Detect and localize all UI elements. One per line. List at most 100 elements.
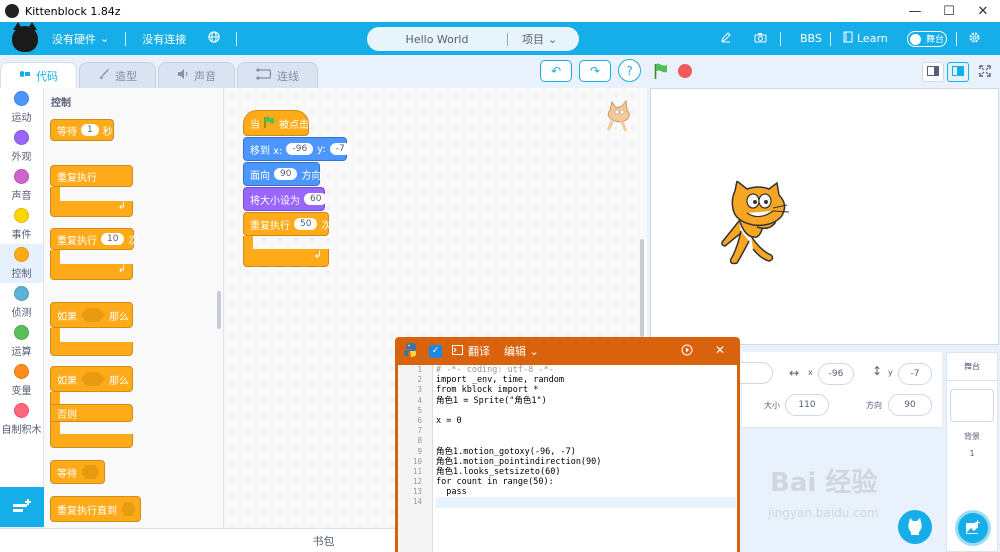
block-ifelse-condition-slot[interactable]	[81, 372, 105, 386]
close-window-button[interactable]: ✕	[966, 0, 1000, 22]
script-repeat-bottom[interactable]: ↲	[243, 249, 329, 267]
bbs-link[interactable]: BBS	[800, 32, 822, 45]
add-backdrop-button[interactable]	[955, 510, 991, 546]
translate-button[interactable]: 翻译	[468, 343, 490, 359]
goto-x-input[interactable]: -96	[286, 143, 314, 155]
block-repeat-script[interactable]: 重复执行 50 次	[243, 212, 331, 236]
block-if-else[interactable]: 如果 那么	[50, 366, 133, 392]
code-line[interactable]: for count in range(50):	[436, 477, 736, 487]
block-if-condition-slot[interactable]	[81, 308, 105, 322]
stage-mode-toggle[interactable]: 舞台	[907, 30, 947, 47]
code-line[interactable]: 角色1.motion_pointindirection(90)	[436, 457, 736, 467]
code-line[interactable]	[436, 406, 736, 416]
block-else-row[interactable]: 否则	[50, 404, 133, 422]
block-if-bottom[interactable]	[50, 342, 133, 356]
block-goto-xy[interactable]: 移到 x: -96 y: -7	[243, 137, 351, 161]
globe-icon[interactable]	[208, 31, 220, 46]
category-item[interactable]: 运动	[0, 88, 43, 127]
code-line[interactable]: import _env, time, random	[436, 375, 736, 385]
green-flag-run-button[interactable]	[654, 63, 668, 79]
category-item[interactable]: 侦测	[0, 283, 43, 322]
block-repeat-input[interactable]: 10	[101, 233, 125, 245]
undo-button[interactable]: ↶	[540, 60, 572, 82]
block-repeat-until[interactable]: 重复执行直到	[50, 496, 141, 522]
point-direction-input[interactable]: 90	[274, 168, 298, 180]
block-when-flag-clicked[interactable]: 当 被点击	[243, 110, 309, 136]
tab-sounds[interactable]: 声音	[158, 62, 235, 88]
block-wait-until-slot[interactable]	[81, 465, 100, 479]
workspace-scrollbar[interactable]	[640, 239, 644, 337]
code-line[interactable]	[436, 436, 736, 446]
connection-menu[interactable]: 没有连接	[142, 31, 186, 47]
fullscreen-button[interactable]	[974, 62, 996, 82]
block-repeat[interactable]: 重复执行 10 次	[50, 228, 138, 250]
project-menu[interactable]: 项目 ⌄	[522, 31, 557, 47]
tab-code[interactable]: 代码	[0, 62, 77, 88]
set-size-input[interactable]: 60	[304, 193, 328, 205]
cat-sprite[interactable]	[717, 179, 797, 274]
block-if-then[interactable]: 如果 那么	[50, 302, 133, 328]
code-line[interactable]: 角色1.motion_gotoxy(-96, -7)	[436, 447, 736, 457]
goto-y-input[interactable]: -7	[329, 143, 351, 155]
code-line[interactable]	[436, 497, 736, 508]
code-line[interactable]: from kblock import *	[436, 385, 736, 395]
script-repeat-input[interactable]: 50	[294, 218, 318, 230]
code-line[interactable]: # -*- coding: utf-8 -*-	[436, 365, 736, 375]
sprite-size-input[interactable]: 110	[785, 394, 829, 416]
python-code-editor[interactable]: 1 2 3 4 5 6 7 8 9 10 11 12 13 14 # -*- coding: utf-8 …	[395, 365, 740, 552]
sync-checkbox[interactable]: ✓	[429, 344, 442, 358]
block-wait-input[interactable]: 1	[81, 124, 99, 136]
block-ifelse-bottom[interactable]	[50, 434, 133, 448]
category-item[interactable]: 自制积木	[0, 400, 43, 439]
tab-wiring[interactable]: 连线	[237, 62, 318, 88]
block-repeat-bottom[interactable]: ↲	[50, 264, 133, 280]
gear-icon[interactable]	[968, 31, 981, 47]
close-python-button[interactable]: ✕	[715, 343, 725, 357]
stop-button[interactable]	[678, 64, 692, 78]
sprite-y-input[interactable]: -7	[898, 363, 932, 385]
category-item[interactable]: 外观	[0, 127, 43, 166]
category-item[interactable]: 事件	[0, 205, 43, 244]
learn-link[interactable]: Learn	[843, 31, 888, 46]
category-item[interactable]: 运算	[0, 322, 43, 361]
stage-thumbnail[interactable]	[950, 389, 994, 422]
pencil-icon[interactable]	[720, 31, 732, 46]
camera-icon[interactable]	[754, 32, 767, 46]
code-line[interactable]: x = 0	[436, 416, 736, 426]
palette-scrollbar[interactable]	[217, 291, 221, 329]
tab-costumes[interactable]: 造型	[79, 62, 156, 88]
block-wait-until[interactable]: 等待	[50, 460, 105, 484]
maximize-button[interactable]: ☐	[932, 0, 966, 22]
add-sprite-button[interactable]	[898, 510, 932, 544]
code-line[interactable]	[436, 426, 736, 436]
code-line[interactable]: pass	[436, 487, 736, 497]
hardware-menu[interactable]: 没有硬件 ⌄	[52, 31, 109, 47]
project-title-box[interactable]: Hello World 项目 ⌄	[367, 27, 579, 51]
redo-button[interactable]: ↷	[579, 60, 611, 82]
category-item[interactable]: 变量	[0, 361, 43, 400]
code-line[interactable]: 角色1.looks_setsizeto(60)	[436, 467, 736, 477]
sprite-direction-input[interactable]: 90	[888, 394, 932, 416]
block-wait[interactable]: 等待 1 秒	[50, 119, 114, 141]
block-forever-bottom[interactable]: ↲	[50, 201, 133, 217]
category-item[interactable]: 声音	[0, 166, 43, 205]
small-stage-button[interactable]	[922, 62, 944, 82]
block-set-size[interactable]: 将大小设为 60	[243, 187, 328, 211]
project-name[interactable]: Hello World	[367, 33, 507, 46]
help-button[interactable]: ?	[618, 59, 641, 82]
large-stage-button[interactable]	[947, 62, 969, 82]
minimize-button[interactable]: —	[898, 0, 932, 22]
block-forever[interactable]: 重复执行	[50, 165, 133, 187]
stage-canvas[interactable]	[650, 88, 999, 345]
run-code-button[interactable]	[681, 344, 693, 359]
category-item[interactable]: 控制	[0, 244, 43, 283]
kittenblock-logo-icon[interactable]	[12, 21, 38, 52]
block-point-in-direction[interactable]: 面向 90 方向	[243, 162, 321, 186]
sprite-x-input[interactable]: -96	[818, 363, 854, 385]
code-line[interactable]: 角色1 = Sprite("角色1")	[436, 396, 736, 406]
edit-menu[interactable]: 编辑 ⌄	[504, 343, 539, 359]
python-window-header[interactable]: ✓ 翻译 编辑 ⌄ ✕	[395, 337, 740, 365]
block-repeat-until-slot[interactable]	[121, 502, 136, 516]
code-area[interactable]: # -*- coding: utf-8 -*- import _env, time…	[436, 365, 736, 508]
add-extension-button[interactable]	[0, 487, 44, 527]
